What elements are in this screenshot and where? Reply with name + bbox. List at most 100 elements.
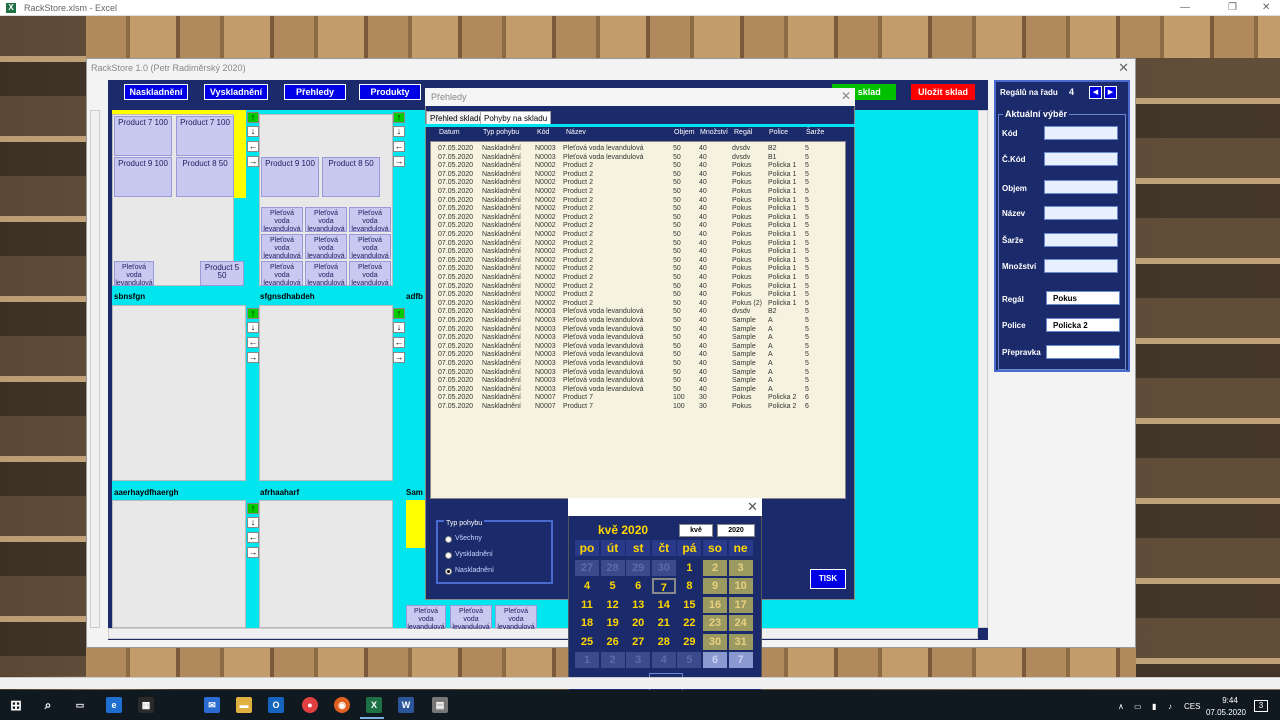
list-row[interactable]: 07.05.2020 Naskladnění N0003 Pleťová voda l…	[431, 343, 845, 352]
tisk-button[interactable]: TISK	[810, 569, 846, 589]
list-row[interactable]: 07.05.2020 Naskladnění N0003 Pleťová voda l…	[431, 326, 845, 335]
prepravka-field[interactable]	[1046, 345, 1120, 359]
rack-4[interactable]	[112, 305, 246, 481]
calendar-day[interactable]: 3	[626, 652, 651, 668]
arrow-down-icon[interactable]: ↓	[247, 126, 259, 137]
calendar-day[interactable]: 29	[626, 560, 651, 576]
naskladneni-button[interactable]: Naskladnění	[124, 84, 188, 100]
calendar-day[interactable]: 6	[703, 652, 727, 668]
rack-slot[interactable]: Product 7 100	[176, 116, 234, 156]
arrow-left-icon[interactable]: ←	[393, 141, 405, 152]
calendar-day[interactable]: 9	[703, 578, 727, 595]
calendar-day[interactable]: 24	[728, 615, 753, 632]
list-row[interactable]: 07.05.2020 Naskladnění N0002 Product 2 50 40 P…	[431, 274, 845, 283]
tray-chevron-icon[interactable]: ∧	[1118, 702, 1124, 711]
search-icon[interactable]: ⌕	[40, 697, 56, 713]
calendar-day[interactable]: 4	[651, 652, 676, 668]
calendar-day[interactable]: 28	[651, 633, 676, 650]
calendar-day[interactable]: 5	[600, 578, 625, 595]
firefox-icon[interactable]: ◉	[334, 697, 350, 713]
calendar-day[interactable]: 6	[626, 578, 651, 595]
calendar-day[interactable]: 30	[651, 560, 676, 576]
calendar-day[interactable]: 31	[728, 633, 753, 650]
calendar-day[interactable]: 15	[677, 596, 702, 613]
rack-7[interactable]	[112, 500, 246, 628]
calendar-day[interactable]: 4	[575, 578, 599, 595]
sarze-field[interactable]	[1044, 233, 1118, 247]
rack-8[interactable]	[259, 500, 393, 628]
mnozstvi-field[interactable]	[1044, 259, 1118, 273]
list-row[interactable]: 07.05.2020 Naskladnění N0007 Product 7 100 30…	[431, 394, 845, 403]
regal-field[interactable]: Pokus	[1046, 291, 1120, 305]
list-row[interactable]: 07.05.2020 Naskladnění N0002 Product 2 50 40 P…	[431, 222, 845, 231]
rack-slot[interactable]: Product 9 100	[261, 157, 319, 197]
explorer-icon[interactable]: ▬	[236, 697, 252, 713]
list-row[interactable]: 07.05.2020 Naskladnění N0003 Pleťová voda l…	[431, 308, 845, 317]
rack-slot[interactable]: Pleťová voda levandulová	[349, 261, 391, 287]
calendar-day[interactable]: 29	[677, 633, 702, 650]
arrow-down-icon[interactable]: ↓	[393, 322, 405, 333]
close-window-button[interactable]: ✕	[1262, 2, 1270, 13]
calendar-day[interactable]: 8	[677, 578, 702, 595]
list-row[interactable]: 07.05.2020 Naskladnění N0003 Pleťová voda l…	[431, 360, 845, 369]
produkty-button[interactable]: Produkty	[359, 84, 421, 100]
calendar-day[interactable]: 7	[651, 578, 676, 595]
clock-date[interactable]: 07.05.2020	[1202, 708, 1250, 717]
rack-hscrollbar[interactable]	[108, 628, 978, 639]
rack-slot[interactable]: Pleťová voda levandulová	[261, 207, 303, 233]
rack-slot[interactable]: Pleťová voda levandulová	[261, 261, 303, 287]
arrow-up-icon[interactable]: ↑	[393, 308, 405, 319]
rack-slot[interactable]: Pleťová voda levandulová	[349, 207, 391, 233]
rack-slot[interactable]: Pleťová voda levandulová	[305, 261, 347, 287]
calendar-day[interactable]: 7	[728, 652, 753, 668]
calendar-day[interactable]: 13	[626, 596, 651, 613]
arrow-up-icon[interactable]: ↑	[247, 503, 259, 514]
tab-pohyby-na-skladu[interactable]: Pohyby na skladu	[480, 111, 552, 125]
edge-icon[interactable]: e	[106, 697, 122, 713]
rack-5[interactable]	[259, 305, 393, 481]
rack-slot[interactable]: Pleťová voda levandulová	[495, 605, 537, 631]
arrow-up-icon[interactable]: ↑	[393, 112, 405, 123]
calendar-day[interactable]: 18	[575, 615, 599, 632]
arrow-right-icon[interactable]: →	[393, 156, 405, 167]
calendar-day[interactable]: 27	[626, 633, 651, 650]
list-row[interactable]: 07.05.2020 Naskladnění N0002 Product 2 50 40 P…	[431, 231, 845, 240]
arrow-down-icon[interactable]: ↓	[393, 126, 405, 137]
list-row[interactable]: 07.05.2020 Naskladnění N0003 Pleťová voda l…	[431, 317, 845, 326]
rack-slot[interactable]: Pleťová voda levandulová	[114, 261, 154, 287]
arrow-up-icon[interactable]: ↑	[247, 308, 259, 319]
rack-slot[interactable]: Product 8 50	[176, 157, 234, 197]
rack-slot[interactable]: Product 8 50	[322, 157, 380, 197]
arrow-right-icon[interactable]: →	[247, 156, 259, 167]
calendar-day[interactable]: 25	[575, 633, 599, 650]
restore-button[interactable]: ❐	[1228, 2, 1237, 13]
month-combo[interactable]: kvě	[679, 524, 713, 537]
calendar-close-button[interactable]: ✕	[747, 499, 758, 515]
calendar-day[interactable]: 30	[703, 633, 727, 650]
rack-slot[interactable]: Pleťová voda levandulová	[349, 234, 391, 260]
word-taskbar-icon[interactable]: W	[398, 697, 414, 713]
arrow-left-icon[interactable]: ←	[247, 532, 259, 543]
list-row[interactable]: 07.05.2020 Naskladnění N0002 Product 2 50 40 P…	[431, 300, 845, 309]
calendar-day[interactable]: 1	[677, 560, 702, 576]
radio-naskladneni[interactable]	[445, 568, 452, 575]
windows-start-icon[interactable]: ⊞	[8, 697, 24, 713]
rack-slot[interactable]: Product 5 50	[200, 261, 244, 286]
excel-taskbar-icon[interactable]: X	[366, 697, 382, 713]
calendar-day[interactable]: 16	[703, 596, 727, 613]
prehledy-button[interactable]: Přehledy	[284, 84, 346, 100]
calendar-day[interactable]: 14	[651, 596, 676, 613]
left-scrollbar[interactable]	[90, 110, 100, 628]
arrow-left-icon[interactable]: ←	[247, 337, 259, 348]
list-row[interactable]: 07.05.2020 Naskladnění N0002 Product 2 50 40 P…	[431, 197, 845, 206]
language-indicator[interactable]: CES	[1184, 702, 1200, 711]
arrow-right-icon[interactable]: →	[393, 352, 405, 363]
list-row[interactable]: 07.05.2020 Naskladnění N0002 Product 2 50 40 P…	[431, 214, 845, 223]
list-row[interactable]: 07.05.2020 Naskladnění N0003 Pleťová voda l…	[431, 145, 845, 154]
vyskladneni-button[interactable]: Vyskladnění	[204, 84, 268, 100]
list-row[interactable]: 07.05.2020 Naskladnění N0002 Product 2 50 40 P…	[431, 257, 845, 266]
nazev-field[interactable]	[1044, 206, 1118, 220]
tab-prehled-skladu[interactable]: Přehled skladu	[426, 111, 487, 125]
calendar-day[interactable]: 1	[575, 652, 599, 668]
police-field[interactable]: Policka 2	[1046, 318, 1120, 332]
